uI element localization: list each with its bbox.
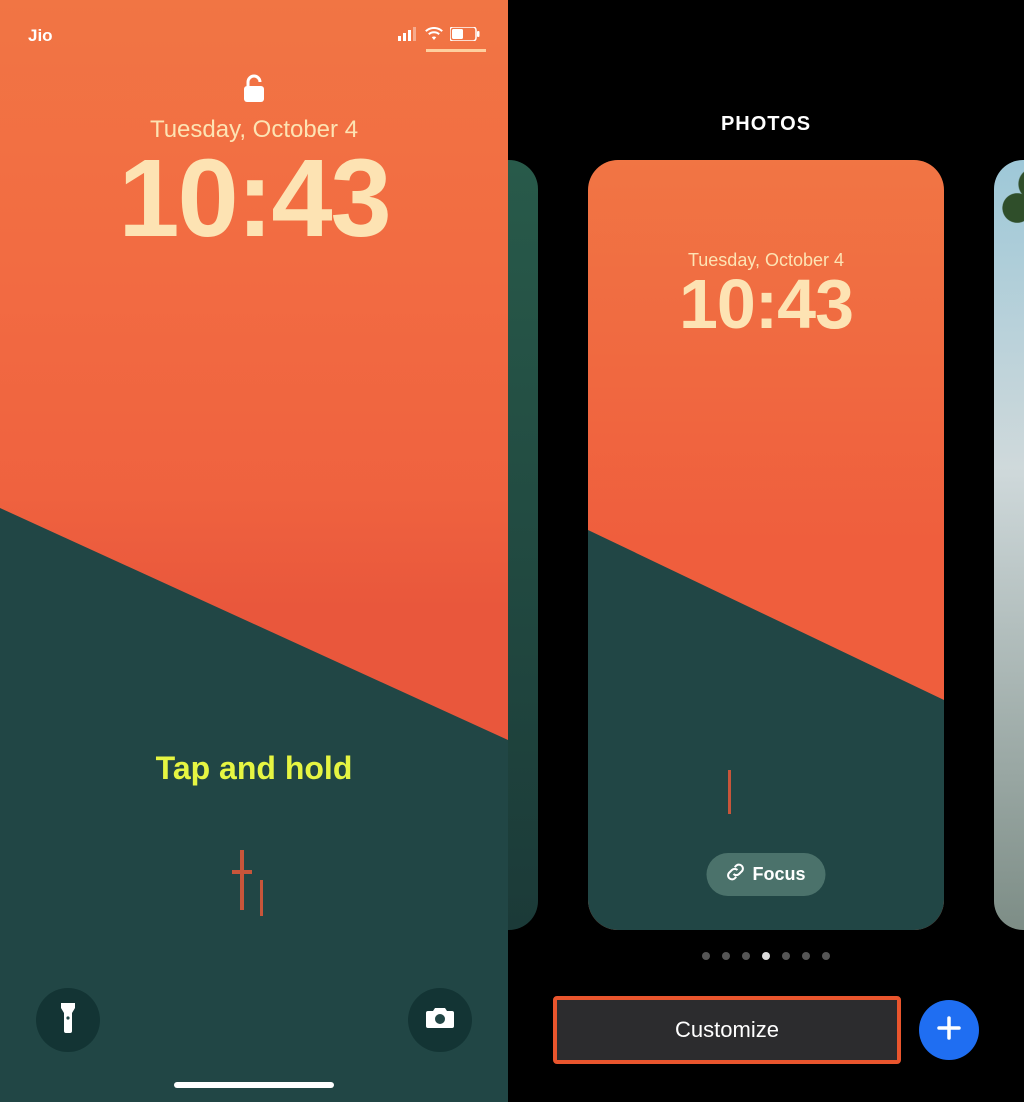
plus-icon xyxy=(935,1014,963,1047)
lockscreen-panel[interactable]: Jio Tuesday, October 4 10:43 Tap and hol… xyxy=(0,0,508,1102)
camera-button[interactable] xyxy=(408,988,472,1052)
page-dot[interactable] xyxy=(822,952,830,960)
page-dot[interactable] xyxy=(802,952,810,960)
card-time: 10:43 xyxy=(588,264,944,344)
flashlight-button[interactable] xyxy=(36,988,100,1052)
customize-button[interactable]: Customize xyxy=(557,1000,897,1060)
focus-link-button[interactable]: Focus xyxy=(706,853,825,896)
wifi-icon xyxy=(424,26,444,46)
wallpaper-carousel[interactable]: Tuesday, October 4 10:43 Focus xyxy=(508,160,1024,930)
instruction-overlay: Tap and hold xyxy=(0,750,508,787)
customize-highlight-box: Customize xyxy=(553,996,901,1064)
lock-open-icon xyxy=(0,74,508,104)
status-underline xyxy=(426,49,486,52)
wallpaper-switcher-panel: PHOTOS Tuesday, October 4 10:43 Focus xyxy=(508,0,1024,1102)
add-wallpaper-button[interactable] xyxy=(919,1000,979,1060)
wallpaper-card-prev[interactable] xyxy=(508,160,538,930)
focus-label: Focus xyxy=(752,864,805,885)
page-dot[interactable] xyxy=(782,952,790,960)
flashlight-icon xyxy=(57,1003,79,1038)
camera-icon xyxy=(425,1006,455,1035)
switcher-title: PHOTOS xyxy=(508,113,1024,136)
link-icon xyxy=(726,863,744,886)
page-dot[interactable] xyxy=(722,952,730,960)
wallpaper-card-next[interactable] xyxy=(994,160,1024,930)
page-indicator xyxy=(508,952,1024,960)
page-dot[interactable] xyxy=(742,952,750,960)
carrier-label: Jio xyxy=(28,26,53,46)
customize-label: Customize xyxy=(675,1017,779,1043)
page-dot[interactable] xyxy=(762,952,770,960)
home-indicator[interactable] xyxy=(174,1082,334,1088)
page-dot[interactable] xyxy=(702,952,710,960)
lockscreen-time: 10:43 xyxy=(0,135,508,262)
battery-icon xyxy=(450,26,480,46)
wallpaper-card-current[interactable]: Tuesday, October 4 10:43 Focus xyxy=(588,160,944,930)
cellular-signal-icon xyxy=(398,26,418,46)
